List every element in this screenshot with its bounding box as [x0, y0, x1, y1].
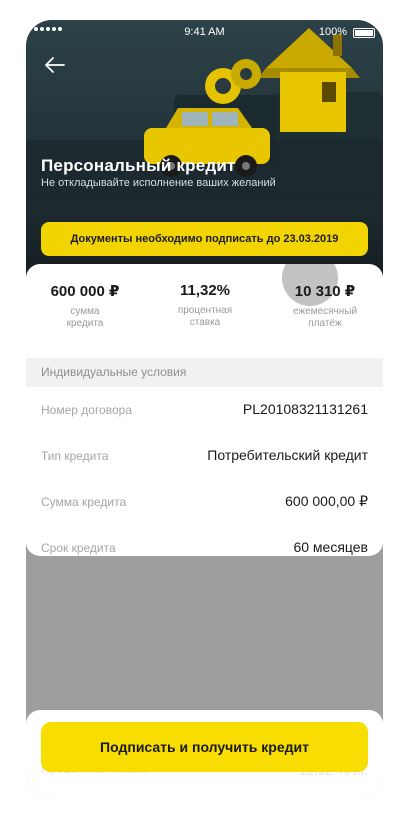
status-bar: 9:41 AM 100% [26, 20, 383, 44]
condition-row-amount: Сумма кредита 600 000,00 ₽ [41, 492, 368, 516]
page-subtitle: Не откладывайте исполнение ваших желаний [41, 177, 276, 189]
summary-rate-label: процентная ставка [177, 305, 233, 328]
conditions-header: Индивидуальные условия [26, 358, 383, 387]
condition-row-contract: Номер договора PL20108321131261 [41, 400, 368, 424]
hero-banner: 9:41 AM 100% Персональный кредит Не откл… [26, 20, 383, 295]
summary-payment-label: ежемесячный платёж [292, 306, 358, 329]
sign-and-get-credit-button[interactable]: Подписать и получить кредит [41, 722, 368, 772]
battery-icon [353, 28, 375, 38]
summary-payment[interactable]: 10 310 ₽ ежемесячный платёж [270, 282, 380, 330]
deadline-banner: Документы необходимо подписать до 23.03.… [41, 222, 368, 256]
condition-key: Тип кредита [41, 449, 109, 463]
condition-row-term: Срок кредита 60 месяцев [41, 538, 368, 556]
summary-payment-value: 10 310 ₽ [294, 283, 356, 300]
phone-screen: 9:41 AM 100% Персональный кредит Не откл… [26, 20, 383, 798]
condition-row-type: Тип кредита Потребительский кредит [41, 446, 368, 470]
condition-key: Сумма кредита [41, 495, 127, 509]
credit-details-card: 600 000 ₽ сумма кредита 11,32% процентна… [26, 264, 383, 556]
condition-key: Срок кредита [41, 541, 116, 555]
summary-amount: 600 000 ₽ сумма кредита [30, 282, 140, 330]
summary-rate: 11,32% процентная ставка [150, 282, 260, 329]
credit-summary: 600 000 ₽ сумма кредита 11,32% процентна… [26, 264, 383, 357]
condition-value: Потребительский кредит [207, 447, 368, 463]
action-sheet: Процентная ставка 11,32 % г.г. Подписать… [26, 710, 383, 798]
condition-value: 60 месяцев [293, 539, 368, 555]
summary-amount-label: сумма кредита [66, 306, 104, 329]
summary-rate-value: 11,32% [179, 282, 231, 299]
condition-value: 600 000,00 ₽ [285, 493, 368, 509]
condition-key: Номер договора [41, 403, 132, 417]
summary-amount-value: 600 000 ₽ [50, 283, 120, 300]
page-title: Персональный кредит [41, 156, 236, 175]
back-arrow-icon[interactable] [40, 50, 70, 80]
battery-percent: 100% [318, 26, 347, 38]
condition-value: PL20108321131261 [242, 401, 368, 417]
